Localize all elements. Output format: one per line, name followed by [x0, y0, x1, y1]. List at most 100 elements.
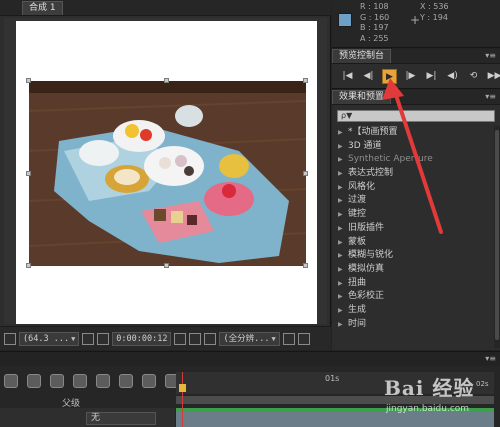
effects-category-item[interactable]: ▶ 模拟仿真	[332, 263, 494, 277]
resolution-value: (全分辨...	[223, 333, 270, 344]
rgba-readout: R : 108 G : 160 B : 197 A : 255	[360, 2, 389, 44]
preview-panel-title[interactable]: 预览控制台	[332, 49, 392, 63]
red-value: R : 108	[360, 2, 389, 11]
grid-guides-icon[interactable]	[82, 332, 95, 345]
effects-category-item[interactable]: ▶ 键控	[332, 208, 494, 222]
effects-category-item[interactable]: ▶ 模糊与锐化	[332, 249, 494, 263]
channel-rgb-icon[interactable]	[204, 332, 217, 345]
composition-mini-flowchart-icon[interactable]	[4, 374, 18, 388]
transparency-grid-icon[interactable]	[297, 332, 310, 345]
always-preview-icon[interactable]	[4, 332, 16, 345]
effects-category-item[interactable]: ▶ 生成	[332, 304, 494, 318]
xy-readout: X : 536 Y : 194	[420, 2, 449, 23]
selected-image-layer[interactable]	[29, 81, 306, 266]
effects-category-item[interactable]: ▶ 风格化	[332, 181, 494, 195]
auto-keyframe-icon[interactable]	[142, 374, 156, 388]
brainstorm-icon[interactable]	[119, 374, 133, 388]
effects-category-item[interactable]: ▶ 旧版插件	[332, 222, 494, 236]
play-icon[interactable]: ▶	[382, 69, 397, 84]
loop-icon[interactable]: ⟲	[466, 69, 481, 84]
effects-category-item[interactable]: ▶ *【动画预置	[332, 126, 494, 140]
resolution-dropdown[interactable]: (全分辨... ▼	[219, 331, 280, 346]
effects-panel-title[interactable]: 效果和预置	[332, 90, 392, 104]
panel-menu-icon[interactable]: ▾≡	[485, 51, 496, 60]
expand-arrow-icon[interactable]: ▶	[338, 181, 344, 195]
effects-category-item[interactable]: ▶ 过渡	[332, 194, 494, 208]
next-frame-icon[interactable]: |▶	[403, 69, 418, 84]
transform-handle[interactable]	[164, 78, 169, 83]
composition-footer: (64.3 ... ▼ 0:00:00:12 (全分辨... ▼	[0, 326, 331, 350]
first-frame-icon[interactable]: |◀	[340, 69, 355, 84]
alpha-value: A : 255	[360, 33, 389, 43]
effects-category-item[interactable]: ▶ 色彩校正	[332, 290, 494, 304]
magnification-dropdown[interactable]: (64.3 ... ▼	[19, 331, 80, 346]
x-value: X : 536	[420, 2, 449, 11]
last-frame-icon[interactable]: ▶|	[424, 69, 439, 84]
snapshot-camera-icon[interactable]	[174, 332, 187, 345]
effects-category-label: 色彩校正	[348, 291, 385, 302]
expand-arrow-icon[interactable]: ▶	[338, 249, 344, 263]
parent-dropdown[interactable]: 无	[86, 412, 156, 425]
expand-arrow-icon[interactable]: ▶	[338, 236, 344, 250]
expand-arrow-icon[interactable]: ▶	[338, 140, 344, 154]
preview-panel: 预览控制台 ▾≡ |◀ ◀| ▶ |▶ ▶| ◀) ⟲ ▶▶	[332, 49, 500, 89]
current-time-indicator[interactable]	[182, 372, 183, 427]
transform-handle[interactable]	[303, 263, 308, 268]
effects-category-item[interactable]: ▶ 蒙板	[332, 236, 494, 250]
region-of-interest-icon[interactable]	[282, 332, 295, 345]
expand-arrow-icon[interactable]: ▶	[338, 263, 344, 277]
mask-visibility-icon[interactable]	[97, 332, 110, 345]
blue-value: B : 197	[360, 23, 389, 32]
draft-3d-icon[interactable]	[27, 374, 41, 388]
expand-arrow-icon[interactable]: ▶	[338, 194, 344, 208]
transform-handle[interactable]	[303, 171, 308, 176]
effects-category-label: 键控	[348, 209, 367, 220]
effects-category-label: 旧版插件	[348, 222, 385, 233]
effects-category-item[interactable]: ▶ 扭曲	[332, 277, 494, 291]
effects-category-label: 时间	[348, 318, 367, 329]
transform-handle[interactable]	[26, 263, 31, 268]
expand-arrow-icon[interactable]: ▶	[338, 167, 344, 181]
transform-handle[interactable]	[26, 78, 31, 83]
expand-arrow-icon[interactable]: ▶	[338, 208, 344, 222]
effects-category-list: ▶ *【动画预置 ▶ 3D 通道 ▶ Synthetic Aperture ▶ 表达式控制 ▶ 风…	[332, 126, 494, 331]
effects-search-input[interactable]: ρ▼	[337, 110, 495, 122]
transform-handle[interactable]	[303, 78, 308, 83]
transform-handle[interactable]	[26, 171, 31, 176]
expand-arrow-icon[interactable]: ▶	[338, 153, 344, 167]
chevron-down-icon: ▼	[71, 334, 76, 343]
transport-controls: |◀ ◀| ▶ |▶ ▶| ◀) ⟲ ▶▶	[340, 69, 500, 84]
effects-category-item[interactable]: ▶ 表达式控制	[332, 167, 494, 181]
ruler-mark-1s: 01s	[325, 374, 340, 383]
expand-arrow-icon[interactable]: ▶	[338, 304, 344, 318]
composition-tab[interactable]: 合成 1	[22, 1, 63, 15]
effects-scrollbar-thumb[interactable]	[495, 130, 499, 340]
timeline-toolbar	[4, 374, 179, 388]
panel-menu-icon[interactable]: ▾≡	[485, 92, 496, 101]
expand-arrow-icon[interactable]: ▶	[338, 126, 344, 140]
effects-category-item[interactable]: ▶ 时间	[332, 318, 494, 332]
effects-presets-panel: 效果和预置 ▾≡ ρ▼ ▶ *【动画预置 ▶ 3D 通道 ▶ Synthetic Aper…	[332, 90, 500, 350]
effects-category-item[interactable]: ▶ 3D 通道	[332, 140, 494, 154]
panel-menu-icon[interactable]: ▾≡	[485, 354, 496, 363]
timeline-header: ▾≡	[0, 352, 500, 366]
current-time-indicator-head[interactable]	[179, 384, 186, 392]
frame-blending-icon[interactable]	[73, 374, 87, 388]
expand-arrow-icon[interactable]: ▶	[338, 222, 344, 236]
motion-blur-icon[interactable]	[96, 374, 110, 388]
current-time-display[interactable]: 0:00:00:12	[112, 331, 172, 346]
expand-arrow-icon[interactable]: ▶	[338, 318, 344, 332]
time-ruler[interactable]: 01s 02s	[176, 372, 494, 394]
preview-panel-header: 预览控制台 ▾≡	[332, 49, 500, 64]
effects-category-label: 扭曲	[348, 277, 367, 288]
shy-layers-icon[interactable]	[50, 374, 64, 388]
expand-arrow-icon[interactable]: ▶	[338, 277, 344, 291]
audio-icon[interactable]: ◀)	[445, 69, 460, 84]
effects-category-item[interactable]: ▶ Synthetic Aperture	[332, 153, 494, 167]
show-snapshot-icon[interactable]	[189, 332, 202, 345]
work-area-bar[interactable]	[176, 396, 494, 404]
previous-frame-icon[interactable]: ◀|	[361, 69, 376, 84]
transform-handle[interactable]	[164, 263, 169, 268]
expand-arrow-icon[interactable]: ▶	[338, 290, 344, 304]
ram-preview-icon[interactable]: ▶▶	[487, 69, 500, 84]
